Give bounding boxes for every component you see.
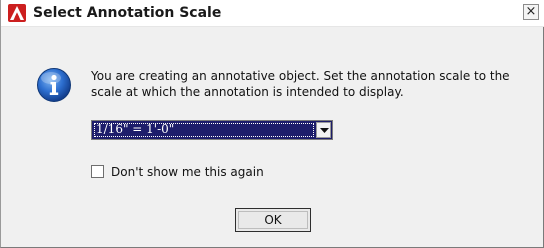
annotation-scale-select[interactable]: 1/16" = 1'-0"	[91, 120, 333, 140]
autocad-a-icon	[8, 4, 26, 22]
dropdown-button[interactable]	[316, 122, 331, 138]
chevron-down-icon	[320, 128, 329, 133]
dont-show-again-label[interactable]: Don't show me this again	[111, 164, 264, 180]
close-icon: ×	[525, 4, 537, 19]
information-icon	[36, 67, 72, 103]
title-bar[interactable]: Select Annotation Scale ×	[1, 0, 544, 27]
ok-button[interactable]: OK	[235, 208, 311, 232]
window-title: Select Annotation Scale	[33, 5, 222, 21]
dialog-message: You are creating an annotative object. S…	[91, 69, 510, 99]
dont-show-again-checkbox[interactable]	[91, 165, 104, 178]
selected-scale-value: 1/16" = 1'-0"	[96, 122, 175, 136]
select-annotation-scale-dialog: Select Annotation Scale × You are creati…	[0, 0, 544, 248]
close-button[interactable]: ×	[523, 4, 539, 20]
